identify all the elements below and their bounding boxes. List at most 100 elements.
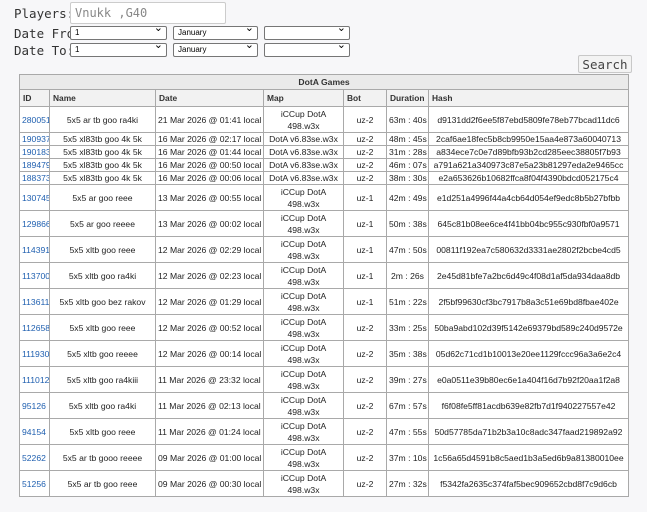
to-month-select[interactable]: January — [173, 39, 258, 57]
cell-duration: 48m : 45s — [386, 132, 429, 146]
cell-bot: uz-1 — [343, 184, 387, 211]
game-id-link[interactable]: 280051 — [22, 115, 49, 125]
cell-date: 12 Mar 2026 @ 00:14 local — [155, 340, 264, 367]
cell-bot: uz-1 — [343, 288, 387, 315]
cell-hash: 50ba9abd102d39f5142e69379bd589c240d9572e — [427, 314, 630, 341]
table-row: 111930 5x5 xltb goo reeee 12 Mar 2026 @ 00… — [19, 340, 630, 367]
cell-map: iCCup DotA 498.w3x — [263, 262, 344, 289]
cell-date: 12 Mar 2026 @ 00:52 local — [155, 314, 264, 341]
cell-map: iCCup DotA 498.w3x — [263, 288, 344, 315]
cell-hash: e1d251a4996f44a4cb64d054ef9edc8b5b27bfbb — [427, 184, 630, 211]
cell-date: 16 Mar 2026 @ 00:50 local — [155, 158, 264, 172]
game-id-link[interactable]: 130745 — [22, 193, 49, 203]
cell-hash: 2f5bf99630cf3bc7917b8a3c51e69bd8fbae402e — [427, 288, 630, 315]
game-id-link[interactable]: 113611 — [22, 297, 49, 307]
cell-name: 5x5 xltb goo reeee — [49, 340, 156, 367]
cell-name: 5x5 xltb goo reee — [49, 236, 156, 263]
cell-map: iCCup DotA 498.w3x — [263, 418, 344, 445]
table-row: 111012 5x5 xltb goo ra4kiii 11 Mar 2026 @ … — [19, 366, 630, 393]
to-day-select[interactable]: 1 — [70, 39, 167, 57]
cell-id: 190183 — [19, 145, 50, 159]
cell-id: 130745 — [19, 184, 50, 211]
players-row: Players: — [14, 4, 74, 22]
table-row: 51256 5x5 ar tb goo reee 09 Mar 2026 @ 00:… — [19, 470, 630, 497]
column-header-hash: Hash — [427, 89, 630, 107]
game-id-link[interactable]: 52262 — [22, 453, 46, 463]
cell-date: 16 Mar 2026 @ 01:44 local — [155, 145, 264, 159]
cell-map: iCCup DotA 498.w3x — [263, 184, 344, 211]
cell-map: iCCup DotA 498.w3x — [263, 314, 344, 341]
search-button[interactable]: Search — [578, 55, 632, 73]
game-id-link[interactable]: 95126 — [22, 401, 46, 411]
cell-name: 5x5 xltb goo bez rakov — [49, 288, 156, 315]
cell-date: 21 Mar 2026 @ 01:41 local — [155, 106, 264, 133]
game-id-link[interactable]: 189479 — [22, 160, 49, 170]
cell-duration: 27m : 32s — [386, 470, 429, 497]
cell-date: 12 Mar 2026 @ 02:29 local — [155, 236, 264, 263]
cell-map: DotA v6.83se.w3x — [263, 171, 344, 185]
table-row: 94154 5x5 xltb goo reee 11 Mar 2026 @ 01:2… — [19, 418, 630, 445]
cell-bot: uz-2 — [343, 444, 387, 471]
game-id-link[interactable]: 51256 — [22, 479, 46, 489]
game-id-link[interactable]: 94154 — [22, 427, 46, 437]
table-row: 280051 5x5 ar tb goo ra4ki 21 Mar 2026 @ 0… — [19, 106, 630, 133]
game-id-link[interactable]: 111930 — [22, 349, 49, 359]
cell-map: iCCup DotA 498.w3x — [263, 392, 344, 419]
cell-bot: uz-2 — [343, 171, 387, 185]
cell-hash: a791a621a340973c87e5a23b81297eda2e9465cc — [427, 158, 630, 172]
column-header-duration: Duration — [386, 89, 429, 107]
game-id-link[interactable]: 188373 — [22, 173, 49, 183]
cell-map: DotA v6.83se.w3x — [263, 158, 344, 172]
game-id-link[interactable]: 113700 — [22, 271, 49, 281]
cell-hash: a834ece7c0e7d89bfb93b2cd285eec38805f7b93 — [427, 145, 630, 159]
cell-duration: 37m : 10s — [386, 444, 429, 471]
cell-duration: 39m : 27s — [386, 366, 429, 393]
cell-map: iCCup DotA 498.w3x — [263, 470, 344, 497]
cell-duration: 67m : 57s — [386, 392, 429, 419]
cell-date: 13 Mar 2026 @ 00:55 local — [155, 184, 264, 211]
cell-date: 16 Mar 2026 @ 00:06 local — [155, 171, 264, 185]
cell-map: iCCup DotA 498.w3x — [263, 444, 344, 471]
column-header-id: ID — [19, 89, 50, 107]
cell-id: 113611 — [19, 288, 50, 315]
game-id-link[interactable]: 112658 — [22, 323, 49, 333]
cell-duration: 46m : 07s — [386, 158, 429, 172]
game-id-link[interactable]: 190937 — [22, 134, 49, 144]
cell-map: DotA v6.83se.w3x — [263, 145, 344, 159]
cell-map: iCCup DotA 498.w3x — [263, 366, 344, 393]
game-id-link[interactable]: 190183 — [22, 147, 49, 157]
from-month-select[interactable]: January — [173, 22, 258, 40]
cell-hash: e0a0511e39b80ec6e1a404f16d7b92f20aa1f2a8 — [427, 366, 630, 393]
column-header-date: Date — [155, 89, 264, 107]
cell-bot: uz-2 — [343, 314, 387, 341]
cell-hash: f6f08fe5ff81acdb639e82fb7d1f940227557e42 — [427, 392, 630, 419]
cell-duration: 38m : 30s — [386, 171, 429, 185]
date-to-label: Date To: — [14, 42, 75, 58]
cell-bot: uz-1 — [343, 262, 387, 289]
cell-date: 09 Mar 2026 @ 01:00 local — [155, 444, 264, 471]
cell-map: DotA v6.83se.w3x — [263, 132, 344, 146]
cell-hash: e2a653626b10682ffca8f04f4390bdcd052175c4 — [427, 171, 630, 185]
cell-duration: 50m : 38s — [386, 210, 429, 237]
cell-id: 280051 — [19, 106, 50, 133]
cell-name: 5x5 xl83tb goo 4k 5k — [49, 132, 156, 146]
cell-bot: uz-2 — [343, 470, 387, 497]
cell-hash: 645c81b08ee6ce4f41bb04bc955c930fbf0a9571 — [427, 210, 630, 237]
cell-bot: uz-2 — [343, 392, 387, 419]
column-header-map: Map — [263, 89, 344, 107]
players-input[interactable]: Vnukk ,G40 — [70, 2, 226, 24]
cell-bot: uz-1 — [343, 236, 387, 263]
cell-name: 5x5 xl83tb goo 4k 5k — [49, 158, 156, 172]
games-table: DotA Games ID Name Date Map Bot Duration Hash … — [18, 74, 630, 497]
game-id-link[interactable]: 114391 — [22, 245, 49, 255]
cell-duration: 47m : 50s — [386, 236, 429, 263]
cell-bot: uz-2 — [343, 340, 387, 367]
from-year-select[interactable] — [264, 22, 350, 40]
cell-id: 129866 — [19, 210, 50, 237]
from-day-select[interactable]: 1 — [70, 22, 167, 40]
game-id-link[interactable]: 111012 — [22, 375, 49, 385]
cell-date: 11 Mar 2026 @ 23:32 local — [155, 366, 264, 393]
game-id-link[interactable]: 129866 — [22, 219, 49, 229]
cell-hash: 1c56a65d4591b8c5aed1b3a5ed6b9a81380010ee — [427, 444, 630, 471]
to-year-select[interactable] — [264, 39, 350, 57]
